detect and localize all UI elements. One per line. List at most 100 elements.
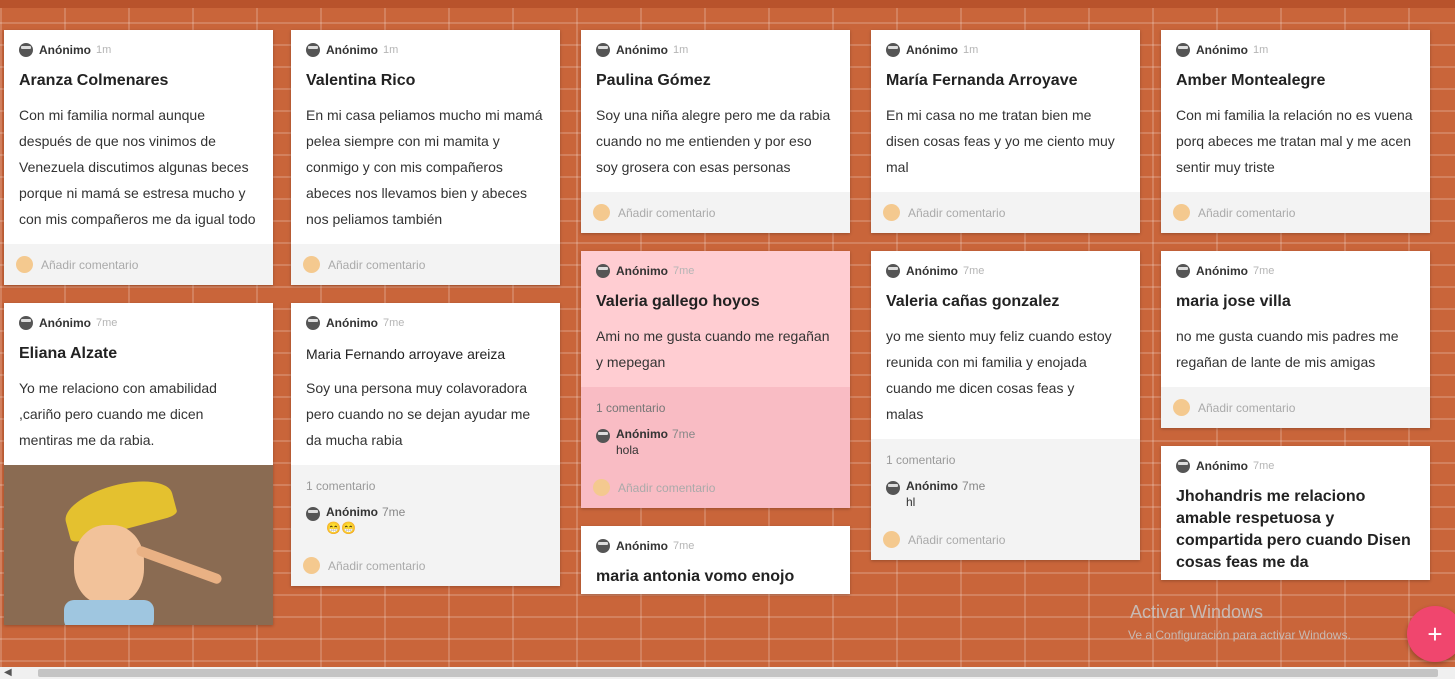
post-column: Anónimo 1m Amber Montealegre Con mi familia… — [1161, 30, 1430, 598]
windows-activation-watermark: Activar Windows — [1130, 602, 1264, 622]
post-column: Anónimo 1m Valentina Rico En mi casa peliam… — [291, 30, 560, 604]
illustration-nose — [135, 544, 223, 586]
add-comment-placeholder: Añadir comentario — [1198, 400, 1296, 415]
post-card[interactable]: Anónimo 1m Aranza Colmenares Con mi familia… — [4, 30, 273, 285]
post-card[interactable]: Anónimo 1m Amber Montealegre Con mi familia… — [1161, 30, 1430, 233]
user-avatar-icon — [303, 557, 320, 574]
post-time: 1m — [963, 44, 979, 56]
add-comment-field[interactable]: Añadir comentario — [1161, 192, 1430, 233]
post-title: Valentina Rico — [306, 72, 416, 89]
anonymous-avatar-icon — [886, 481, 900, 495]
scroll-left-arrow-icon[interactable]: ◀ — [4, 667, 12, 678]
post-author: Anónimo — [1196, 43, 1248, 57]
comment-text: 😁😁 — [326, 521, 356, 535]
post-card[interactable]: Anónimo 7me Maria Fernando arroyave areiza… — [291, 303, 560, 586]
add-comment-field[interactable]: Añadir comentario — [291, 545, 560, 586]
post-title: Jhohandris me relaciono amable respetuos… — [1176, 488, 1411, 571]
add-comment-field[interactable]: Añadir comentario — [291, 244, 560, 285]
post-card[interactable]: Anónimo 7me maria antonia vomo enojo — [581, 526, 850, 594]
post-card[interactable]: Anónimo 1m Paulina Gómez Soy una niña alegr… — [581, 30, 850, 233]
comment-count[interactable]: 1 comentario — [581, 387, 850, 423]
anonymous-avatar-icon — [886, 264, 900, 278]
post-time: 1m — [1253, 44, 1269, 56]
user-avatar-icon — [883, 531, 900, 548]
add-comment-placeholder: Añadir comentario — [328, 257, 426, 272]
post-author: Anónimo — [39, 43, 91, 57]
add-comment-field[interactable]: Añadir comentario — [871, 519, 1140, 560]
comment-text: hl — [906, 495, 916, 509]
post-card[interactable]: Anónimo 7me Eliana Alzate Yo me relaciono c… — [4, 303, 273, 625]
post-header: Anónimo 1m — [1161, 30, 1430, 58]
anonymous-avatar-icon — [1176, 459, 1190, 473]
windows-activation-subtext: Ve a Configuración para activar Windows. — [1128, 628, 1351, 642]
post-body: Soy una niña alegre pero me da rabia cua… — [596, 107, 831, 175]
add-comment-placeholder: Añadir comentario — [1198, 205, 1296, 220]
post-card[interactable]: Anónimo 7me Jhohandris me relaciono amable… — [1161, 446, 1430, 580]
scroll-thumb[interactable] — [38, 669, 1438, 677]
add-comment-placeholder: Añadir comentario — [618, 205, 716, 220]
post-header: Anónimo 1m — [581, 30, 850, 58]
post-body: Con mi familia normal aunque después de … — [19, 107, 256, 227]
post-card[interactable]: Anónimo 7me maria jose villa no me gusta cu… — [1161, 251, 1430, 428]
comment-time: 7me — [962, 479, 986, 493]
post-title: Amber Montealegre — [1176, 72, 1326, 89]
post-header: Anónimo 1m — [291, 30, 560, 58]
add-post-button[interactable]: + — [1407, 606, 1455, 662]
post-time: 1m — [383, 44, 399, 56]
add-comment-field[interactable]: Añadir comentario — [581, 467, 850, 508]
post-title: Paulina Gómez — [596, 72, 711, 89]
post-author: Anónimo — [906, 264, 958, 278]
post-body: Yo me relaciono con amabilidad ,cariño p… — [19, 380, 217, 448]
post-author: Anónimo — [39, 316, 91, 330]
post-card[interactable]: Anónimo 1m Valentina Rico En mi casa peliam… — [291, 30, 560, 285]
post-time: 7me — [963, 265, 985, 277]
post-time: 7me — [383, 317, 405, 329]
comment-count[interactable]: 1 comentario — [291, 465, 560, 501]
comment-text: hola — [616, 443, 639, 457]
post-author: Anónimo — [616, 539, 668, 553]
post-title: Aranza Colmenares — [19, 72, 169, 89]
add-comment-field[interactable]: Añadir comentario — [871, 192, 1140, 233]
user-avatar-icon — [16, 256, 33, 273]
comment-content: Anónimo 7me hl — [906, 479, 985, 509]
post-author: Anónimo — [1196, 264, 1248, 278]
post-author: Anónimo — [326, 316, 378, 330]
add-comment-field[interactable]: Añadir comentario — [1161, 387, 1430, 428]
user-avatar-icon — [1173, 399, 1190, 416]
anonymous-avatar-icon — [19, 43, 33, 57]
post-column: Anónimo 1m Aranza Colmenares Con mi familia… — [4, 30, 273, 643]
post-time: 7me — [673, 540, 695, 552]
comment-count[interactable]: 1 comentario — [871, 439, 1140, 475]
post-time: 7me — [1253, 460, 1275, 472]
comment-item: Anónimo 7me hl — [871, 475, 1140, 519]
anonymous-avatar-icon — [596, 539, 610, 553]
anonymous-avatar-icon — [1176, 43, 1190, 57]
brick-wall-top — [0, 0, 1455, 8]
illustration-collar — [64, 600, 154, 625]
comment-item: Anónimo 7me hola — [581, 423, 850, 467]
anonymous-avatar-icon — [596, 264, 610, 278]
post-card[interactable]: Anónimo 7me Valeria gallego hoyos Ami no me… — [581, 251, 850, 508]
post-body: En mi casa no me tratan bien me disen co… — [886, 107, 1115, 175]
add-comment-placeholder: Añadir comentario — [41, 257, 139, 272]
post-header: Anónimo 7me — [871, 251, 1140, 279]
post-header: Anónimo 7me — [291, 303, 560, 331]
horizontal-scrollbar[interactable]: ◀ — [0, 667, 1455, 679]
add-comment-field[interactable]: Añadir comentario — [581, 192, 850, 233]
comment-content: Anónimo 7me 😁😁 — [326, 505, 405, 535]
post-body: Soy una persona muy colavoradora pero cu… — [306, 380, 531, 448]
comment-item: Anónimo 7me 😁😁 — [291, 501, 560, 545]
post-card[interactable]: Anónimo 7me Valeria cañas gonzalez yo me si… — [871, 251, 1140, 560]
post-time: 1m — [673, 44, 689, 56]
post-header: Anónimo 1m — [4, 30, 273, 58]
post-header: Anónimo 7me — [1161, 251, 1430, 279]
add-comment-placeholder: Añadir comentario — [618, 480, 716, 495]
user-avatar-icon — [303, 256, 320, 273]
anonymous-avatar-icon — [596, 429, 610, 443]
post-card[interactable]: Anónimo 1m María Fernanda Arroyave En mi ca… — [871, 30, 1140, 233]
add-comment-field[interactable]: Añadir comentario — [4, 244, 273, 285]
post-author: Anónimo — [616, 264, 668, 278]
post-title: María Fernanda Arroyave — [886, 72, 1078, 89]
post-body: Con mi familia la relación no es vuena p… — [1176, 107, 1413, 175]
post-body: yo me siento muy feliz cuando estoy reun… — [886, 328, 1112, 422]
